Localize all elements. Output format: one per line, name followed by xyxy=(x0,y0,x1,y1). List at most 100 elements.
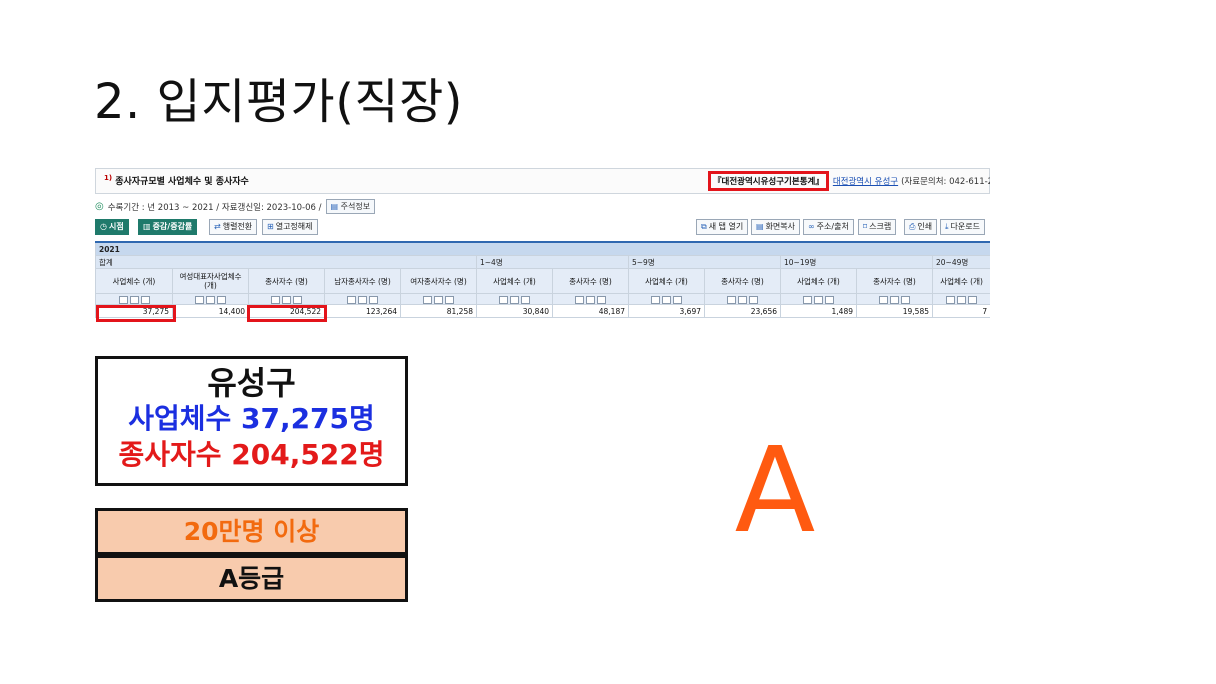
column-header: 사업체수 (개) xyxy=(780,268,857,294)
highlight-businesses xyxy=(96,305,176,322)
note-icon: ▤ xyxy=(330,202,339,211)
clock-icon: ◷ xyxy=(100,222,107,231)
transpose-button[interactable]: ⇄ 행렬전환 xyxy=(209,219,258,235)
sort-controls[interactable] xyxy=(248,293,325,305)
column-header: 사업체수 (개) xyxy=(95,268,173,294)
district-name: 유성구 xyxy=(207,364,296,402)
employee-count: 종사자수 204,522명 xyxy=(118,438,385,471)
collection-period-text: 수록기간 : 년 2013 ~ 2021 / 자료갱신일: 2023-10-06… xyxy=(107,202,322,213)
source-info: 『대전광역시유성구기본통계』 대전광역시 유성구 (자료문의처: 042-611… xyxy=(708,169,990,193)
new-tab-button[interactable]: ⧉ 새 탭 열기 xyxy=(696,219,749,235)
slide-title: 2. 입지평가(직장) xyxy=(94,74,463,130)
collection-period: ◎ 수록기간 : 년 2013 ~ 2021 / 자료갱신일: 2023-10-… xyxy=(95,199,376,214)
circle-icon: ◎ xyxy=(95,201,104,212)
stat-title: 1) 종사자규모별 사업체수 및 종사자수 xyxy=(104,174,249,187)
scrap-button[interactable]: ⌑ 스크랩 xyxy=(858,219,897,235)
value-cell: 30,840 xyxy=(476,304,553,318)
column-header: 종사자수 (명) xyxy=(704,268,781,294)
summary-box: 유성구 사업체수 37,275명 종사자수 204,522명 xyxy=(95,356,408,486)
download-icon: ⤓ xyxy=(945,222,949,231)
change-rate-button[interactable]: ▥ 증감/증감률 xyxy=(138,219,198,235)
column-header: 종사자수 (명) xyxy=(856,268,933,294)
bookmark-icon: ⌑ xyxy=(863,222,868,231)
grade-label: A등급 xyxy=(95,555,408,602)
address-source-button[interactable]: ∞ 주소/출처 xyxy=(803,219,854,235)
statistics-table: 2021 합계 1~4명 5~9명 10~19명 20~49명 사업체수 (개)… xyxy=(95,241,990,318)
link-icon: ∞ xyxy=(808,222,815,231)
time-point-button[interactable]: ◷ 시점 xyxy=(95,219,129,235)
sort-controls[interactable] xyxy=(856,293,933,305)
print-label: 인쇄 xyxy=(917,222,933,231)
column-header: 종사자수 (명) xyxy=(552,268,629,294)
unfix-columns-button[interactable]: ⊞ 열고정해제 xyxy=(262,219,318,235)
group-row: 합계 1~4명 5~9명 10~19명 20~49명 xyxy=(95,255,990,269)
source-name: 『대전광역시유성구기본통계』 xyxy=(708,171,829,191)
sort-controls[interactable] xyxy=(400,293,477,305)
value-cell: 19,585 xyxy=(856,304,933,318)
download-label: 다운로드 xyxy=(950,222,980,231)
business-count: 사업체수 37,275명 xyxy=(128,402,375,435)
value-cell: 3,697 xyxy=(628,304,705,318)
sort-controls[interactable] xyxy=(552,293,629,305)
time-point-label: 시점 xyxy=(108,222,124,231)
new-tab-label: 새 탭 열기 xyxy=(708,222,744,231)
section-marker: 1) xyxy=(104,174,113,182)
sort-controls[interactable] xyxy=(780,293,857,305)
value-cell: 48,187 xyxy=(552,304,629,318)
sort-controls[interactable] xyxy=(931,293,990,305)
group-header: 20~49명 xyxy=(931,255,990,269)
copy-icon: ▤ xyxy=(756,222,764,231)
transpose-label: 행렬전환 xyxy=(222,222,253,231)
change-rate-label: 증감/증감률 xyxy=(152,222,193,231)
column-header: 여성대표자사업체수 (개) xyxy=(172,268,249,294)
unlock-icon: ⊞ xyxy=(267,222,274,231)
value-cell: 123,264 xyxy=(324,304,401,318)
notes-button[interactable]: ▤ 주석정보 xyxy=(325,199,376,214)
value-cell: 23,656 xyxy=(704,304,781,318)
print-button[interactable]: ⎙ 인쇄 xyxy=(904,219,938,235)
table-toolbar: ◷ 시점 ▥ 증감/증감률 ⇄ 행렬전환 ⊞ 열고정해제 ⧉ 새 탭 열기 ▤ 화면복사 ∞… xyxy=(95,219,990,235)
sort-controls[interactable] xyxy=(172,293,249,305)
sort-controls[interactable] xyxy=(476,293,553,305)
swap-icon: ⇄ xyxy=(214,222,221,231)
notes-button-label: 주석정보 xyxy=(340,202,371,211)
value-cell: 14,400 xyxy=(172,304,249,318)
column-header: 사업체수 (개) xyxy=(931,268,990,294)
sort-controls[interactable] xyxy=(628,293,705,305)
scrap-label: 스크랩 xyxy=(869,222,892,231)
column-header: 종사자수 (명) xyxy=(248,268,325,294)
sort-controls[interactable] xyxy=(95,293,173,305)
year-row: 2021 xyxy=(95,241,990,256)
big-grade-letter: A xyxy=(734,421,816,559)
group-header: 합계 xyxy=(95,255,477,269)
value-cell: 81,258 xyxy=(400,304,477,318)
address-source-label: 주소/출처 xyxy=(816,222,849,231)
statistics-screenshot: 1) 종사자규모별 사업체수 및 종사자수 『대전광역시유성구기본통계』 대전광… xyxy=(95,166,990,342)
new-tab-icon: ⧉ xyxy=(701,222,707,231)
print-icon: ⎙ xyxy=(909,222,916,231)
section-title: 종사자규모별 사업체수 및 종사자수 xyxy=(115,177,249,187)
source-link[interactable]: 대전광역시 유성구 xyxy=(833,175,898,187)
stat-header-bar: 1) 종사자규모별 사업체수 및 종사자수 『대전광역시유성구기본통계』 대전광… xyxy=(95,168,990,194)
column-header: 사업체수 (개) xyxy=(476,268,553,294)
column-header-row: 사업체수 (개) 여성대표자사업체수 (개) 종사자수 (명) 남자종사자수 (… xyxy=(95,268,990,294)
screen-copy-label: 화면복사 xyxy=(765,222,796,231)
group-header: 1~4명 xyxy=(476,255,629,269)
sort-controls[interactable] xyxy=(704,293,781,305)
screen-copy-button[interactable]: ▤ 화면복사 xyxy=(751,219,801,235)
column-header: 여자종사자수 (명) xyxy=(400,268,477,294)
sort-controls[interactable] xyxy=(324,293,401,305)
value-cell: 1,489 xyxy=(780,304,857,318)
group-header: 5~9명 xyxy=(628,255,781,269)
unfix-columns-label: 열고정해제 xyxy=(275,222,313,231)
column-header: 사업체수 (개) xyxy=(628,268,705,294)
table-row: 37,275 14,400 204,522 123,264 81,258 30,… xyxy=(95,304,990,318)
group-header: 10~19명 xyxy=(780,255,933,269)
column-header: 남자종사자수 (명) xyxy=(324,268,401,294)
download-button[interactable]: ⤓ 다운로드 xyxy=(940,219,985,235)
year-cell: 2021 xyxy=(95,241,990,256)
source-contact: (자료문의처: 042-611-2205) xyxy=(901,177,990,187)
grade-criteria: 20만명 이상 xyxy=(95,508,408,555)
sort-controls-row xyxy=(95,293,990,305)
highlight-employees xyxy=(247,305,327,322)
